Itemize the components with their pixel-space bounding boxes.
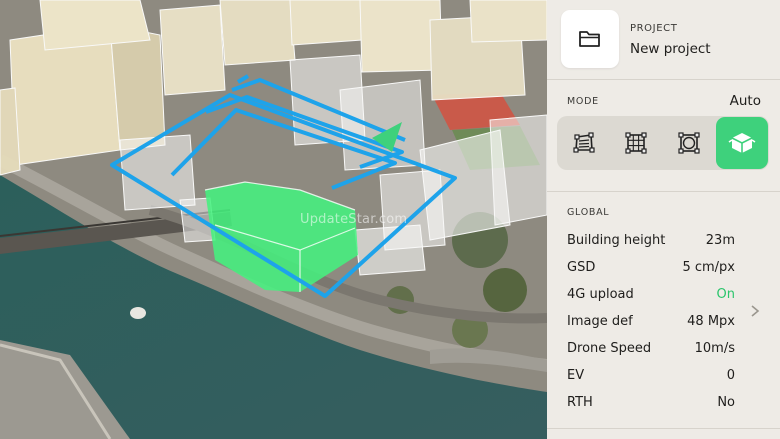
setting-ev[interactable]: EV 0 [567,368,735,388]
3d-building-mode-button[interactable] [716,117,768,169]
global-caption: GLOBAL [567,207,610,218]
setting-gsd[interactable]: GSD 5 cm/px [567,260,735,280]
setting-value: No [717,395,735,410]
setting-value: 23m [705,233,735,248]
setting-label: Building height [567,233,666,248]
grid-mode-button[interactable] [610,117,662,169]
boat [130,307,146,319]
mode-section: MODE Auto [547,80,780,192]
open-project-button[interactable] [561,10,619,68]
setting-value: 48 Mpx [687,314,735,329]
project-caption: PROJECT [630,23,678,34]
chevron-right-icon[interactable] [750,304,760,318]
side-panel: PROJECT New project MODE Auto GLOBAL Bui… [547,0,780,439]
setting-value: 5 cm/px [682,260,735,275]
mode-caption: MODE [567,96,599,107]
polygon-mode-icon [573,132,595,153]
map-view[interactable]: UpdateStar.com [0,0,547,439]
folder-icon [579,31,600,47]
polygon-mode-button[interactable] [558,117,610,169]
setting-label: Image def [567,314,633,329]
map-canvas[interactable] [0,0,547,439]
setting-label: 4G upload [567,287,634,302]
setting-label: RTH [567,395,593,410]
setting-label: Drone Speed [567,341,652,356]
setting-value: 0 [726,368,735,383]
setting-building-height[interactable]: Building height 23m [567,233,735,253]
project-section: PROJECT New project [547,0,780,80]
setting-value: 10m/s [694,341,735,356]
watermark: UpdateStar.com [300,212,408,227]
setting-rth[interactable]: RTH No [567,395,735,415]
orbit-mode-icon [678,132,700,154]
mode-value[interactable]: Auto [730,93,761,109]
setting-drone-speed[interactable]: Drone Speed 10m/s [567,341,735,361]
grid-mode-icon [625,132,647,154]
setting-image-def[interactable]: Image def 48 Mpx [567,314,735,334]
setting-4g-upload[interactable]: 4G upload On [567,287,735,307]
setting-value: On [716,287,735,302]
3d-building-mode-icon [728,133,756,153]
setting-label: EV [567,368,585,383]
global-section: GLOBAL Building height 23m GSD 5 cm/px 4… [547,192,780,429]
mode-selector [557,116,769,170]
project-name[interactable]: New project [630,41,711,57]
setting-label: GSD [567,260,596,275]
orbit-mode-button[interactable] [663,117,715,169]
